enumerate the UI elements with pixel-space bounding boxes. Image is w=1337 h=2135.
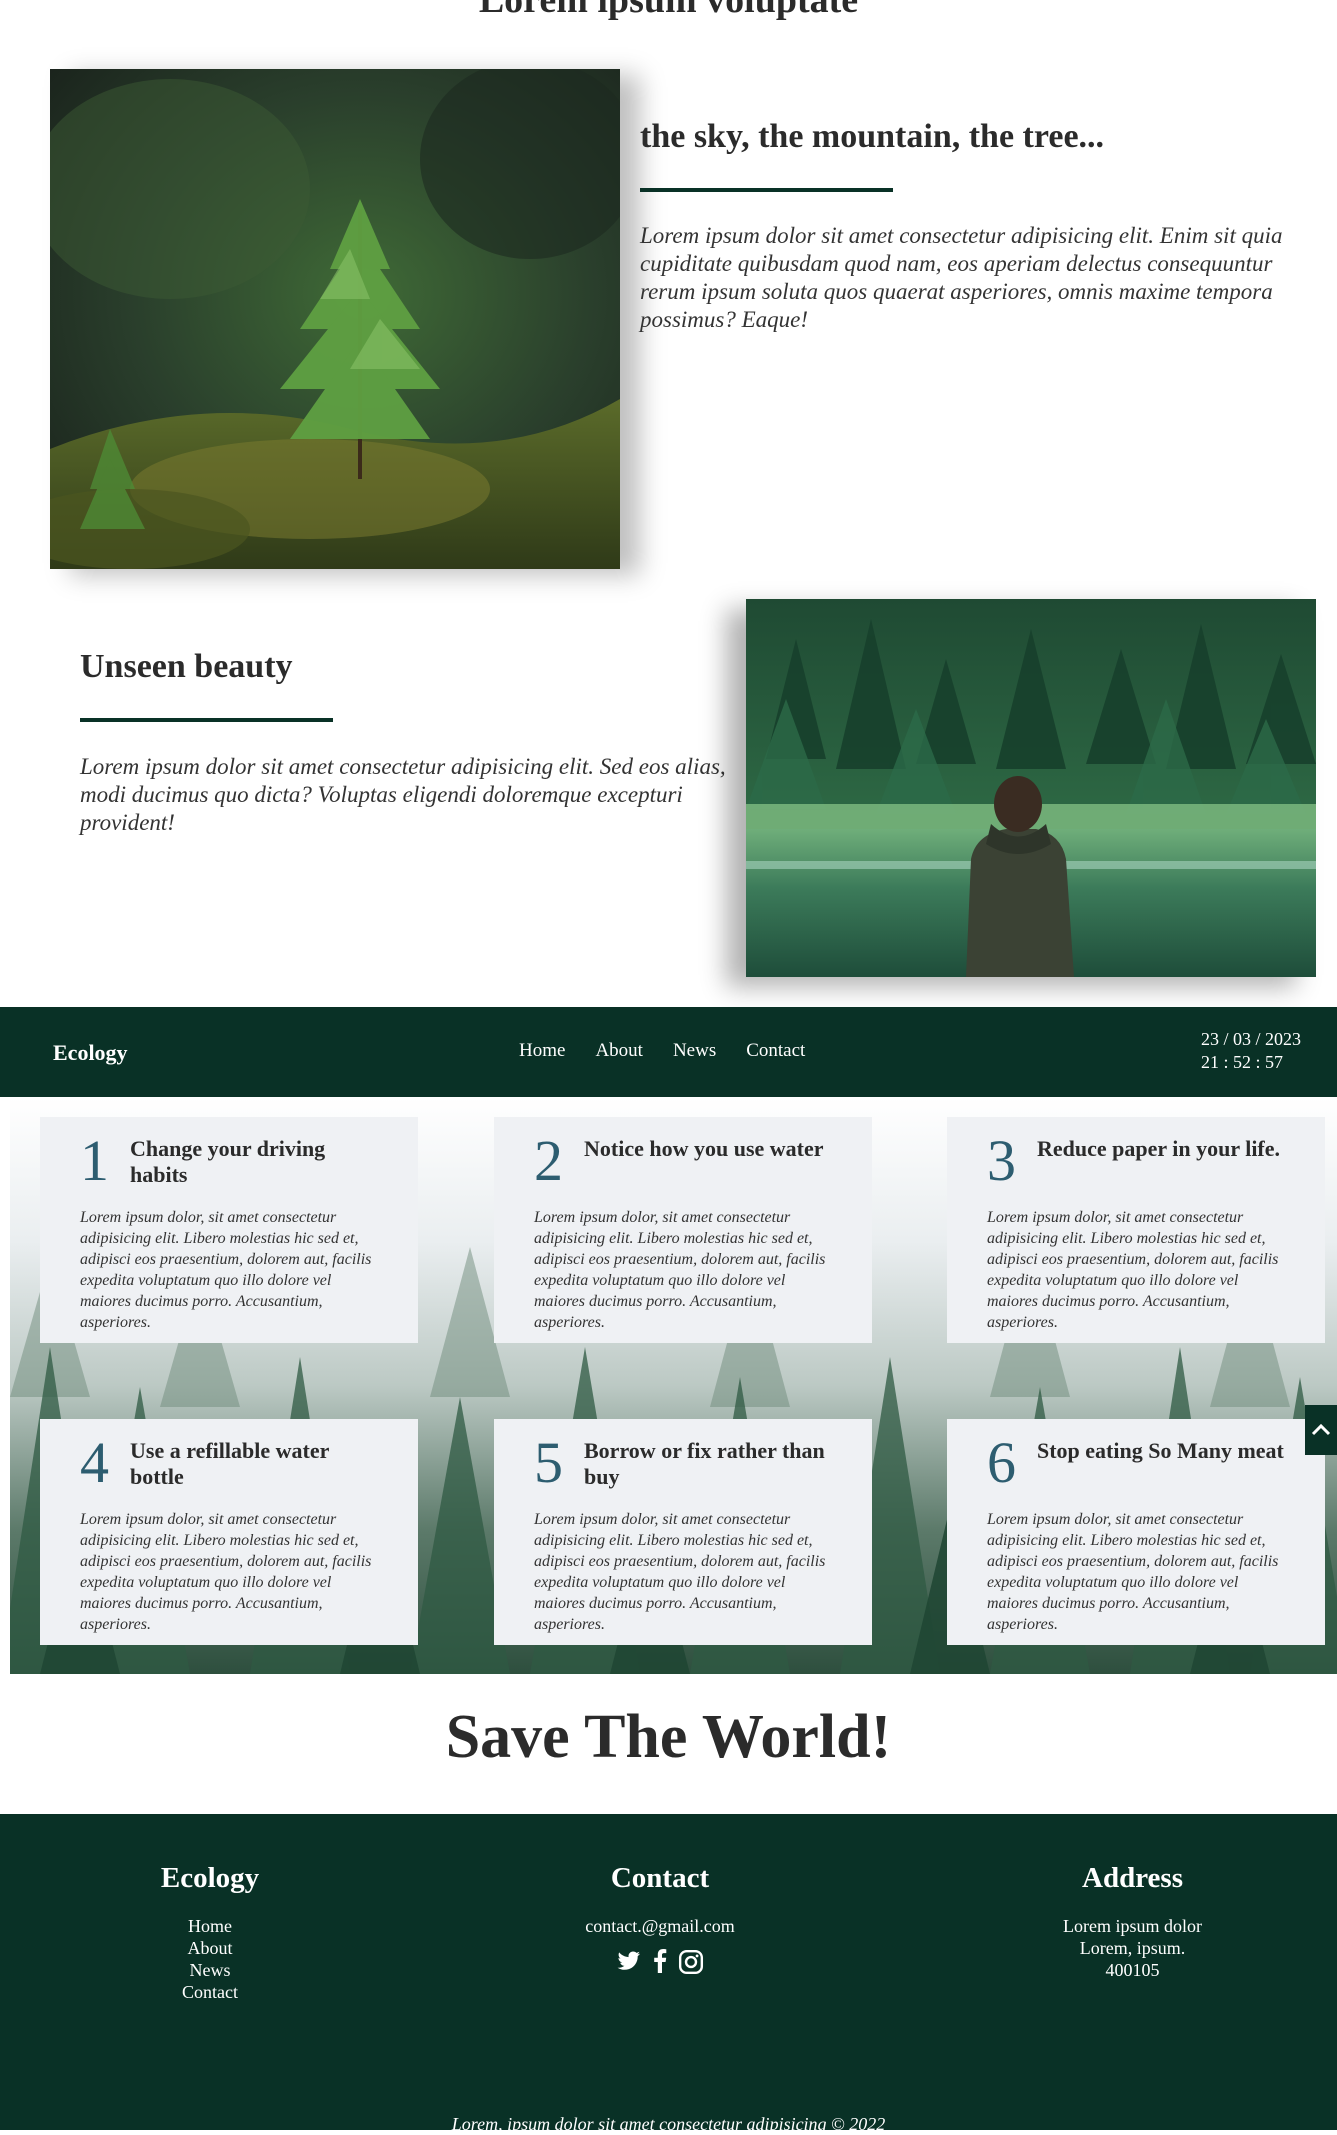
navbar: Ecology Home About News Contact 23 / 03 …	[0, 1007, 1337, 1097]
tip-card: 2 Notice how you use water Lorem ipsum d…	[494, 1117, 872, 1343]
tip-text: Lorem ipsum dolor, sit amet consectetur …	[80, 1511, 372, 1633]
man-at-lake-image	[746, 599, 1316, 977]
tip-number: 4	[80, 1430, 109, 1495]
tip-text: Lorem ipsum dolor, sit amet consectetur …	[987, 1511, 1279, 1633]
tip-card: 6 Stop eating So Many meat Lorem ipsum d…	[947, 1419, 1325, 1645]
social-icons	[540, 1949, 780, 1975]
tip-title: Notice how you use water	[584, 1136, 824, 1161]
tip-title: Use a refillable water bottle	[130, 1438, 329, 1489]
address-line: Lorem, ipsum.	[1079, 1938, 1186, 1958]
copyright-text: Lorem, ipsum dolor sit amet consectetur …	[451, 2114, 886, 2134]
brand-logo[interactable]: Ecology	[53, 1040, 128, 1066]
nav-links: Home About News Contact	[519, 1040, 805, 1062]
facebook-icon[interactable]	[652, 1949, 668, 1973]
section1-heading: the sky, the mountain, the tree...	[640, 118, 1105, 155]
footer-news-link[interactable]: News	[110, 1959, 310, 1981]
address-line: Lorem ipsum dolor	[1063, 1916, 1202, 1936]
footer-about-link[interactable]: About	[110, 1937, 310, 1959]
heading-underline	[80, 718, 333, 722]
save-world-heading: Save The World!	[445, 1703, 892, 1771]
section2-text: Lorem ipsum dolor sit amet consectetur a…	[80, 754, 726, 835]
tip-card: 1 Change your driving habits Lorem ipsum…	[40, 1117, 418, 1343]
scroll-top-button[interactable]	[1305, 1405, 1337, 1455]
tip-number: 3	[987, 1128, 1016, 1193]
footer-contact-title: Contact	[610, 1862, 710, 1894]
tip-number: 1	[80, 1128, 109, 1193]
date-text: 23 / 03 / 2023	[1201, 1029, 1302, 1049]
tip-text: Lorem ipsum dolor, sit amet consectetur …	[534, 1511, 826, 1633]
tip-number: 2	[534, 1128, 563, 1193]
contact-email-link[interactable]: contact.@gmail.com	[540, 1915, 780, 1937]
heading-underline	[640, 188, 893, 192]
tip-text: Lorem ipsum dolor, sit amet consectetur …	[987, 1209, 1279, 1331]
footer-address-title: Address	[1082, 1862, 1183, 1894]
nav-news-link[interactable]: News	[673, 1040, 716, 1062]
section2-heading: Unseen beauty	[80, 648, 293, 685]
datetime-display: 23 / 03 / 2023 21 : 52 : 57	[1201, 1028, 1301, 1074]
footer-ecology-title: Ecology	[160, 1862, 260, 1894]
tip-card: 4 Use a refillable water bottle Lorem ip…	[40, 1419, 418, 1645]
tip-card: 3 Reduce paper in your life. Lorem ipsum…	[947, 1117, 1325, 1343]
footer-contact-link[interactable]: Contact	[110, 1981, 310, 2003]
tip-text: Lorem ipsum dolor, sit amet consectetur …	[80, 1209, 372, 1331]
tip-number: 5	[534, 1430, 563, 1495]
tip-title: Change your driving habits	[130, 1136, 326, 1187]
tips-section: 1 Change your driving habits Lorem ipsum…	[10, 1097, 1337, 1674]
tip-title: Stop eating So Many meat	[1037, 1438, 1284, 1463]
footer-ecology-column: Ecology Home About News Contact	[110, 1862, 310, 2003]
tip-number: 6	[987, 1430, 1016, 1495]
tip-card: 5 Borrow or fix rather than buy Lorem ip…	[494, 1419, 872, 1645]
pine-sapling-image	[50, 69, 620, 569]
footer-address-column: Address Lorem ipsum dolor Lorem, ipsum. …	[1010, 1862, 1255, 1981]
section-title: Lorem ipsum voluptate	[478, 0, 859, 21]
nav-home-link[interactable]: Home	[519, 1040, 565, 1062]
instagram-icon[interactable]	[678, 1949, 704, 1975]
tip-text: Lorem ipsum dolor, sit amet consectetur …	[534, 1209, 826, 1331]
footer-home-link[interactable]: Home	[110, 1915, 310, 1937]
time-text: 21 : 52 : 57	[1201, 1052, 1284, 1072]
tip-title: Reduce paper in your life.	[1037, 1136, 1281, 1161]
footer: Ecology Home About News Contact Contact …	[0, 1814, 1337, 2134]
section1-text: Lorem ipsum dolor sit amet consectetur a…	[640, 223, 1283, 332]
twitter-icon[interactable]	[616, 1949, 642, 1973]
nav-contact-link[interactable]: Contact	[746, 1040, 805, 1062]
address-line: 400105	[1105, 1960, 1160, 1980]
footer-contact-column: Contact contact.@gmail.com	[540, 1862, 780, 1975]
chevron-up-icon	[1311, 1423, 1331, 1436]
nav-about-link[interactable]: About	[595, 1040, 643, 1062]
tip-title: Borrow or fix rather than buy	[584, 1438, 825, 1489]
